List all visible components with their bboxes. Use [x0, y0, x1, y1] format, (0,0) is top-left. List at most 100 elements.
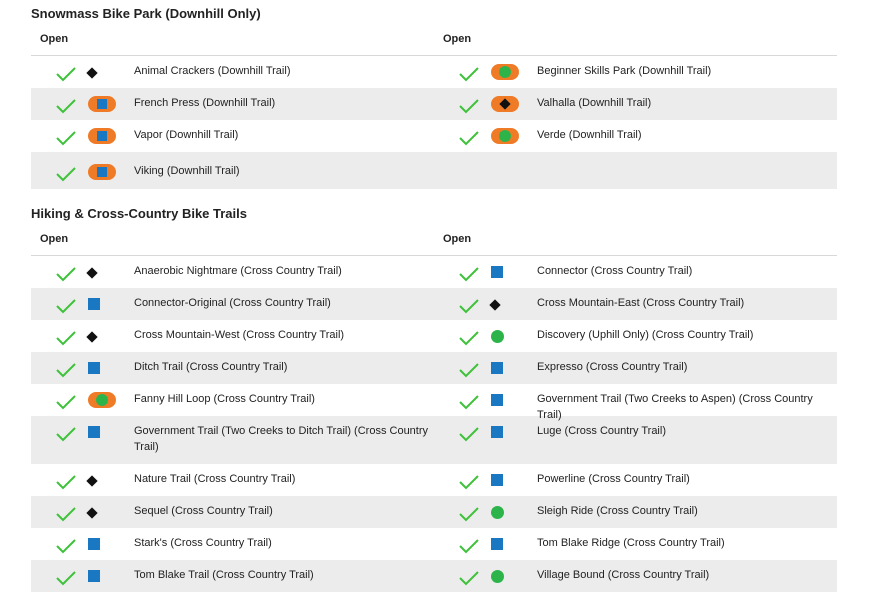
open-status: [31, 528, 88, 560]
trail-row: Anaerobic Nightmare (Cross Country Trail…: [31, 256, 434, 288]
terrain-park-green-circle-icon: [88, 392, 116, 408]
difficulty-indicator: [491, 256, 537, 288]
green-circle-icon: [491, 506, 504, 519]
difficulty-indicator: [489, 288, 537, 320]
open-status: [31, 120, 88, 152]
column-right: Open Connector (Cross Country Trail) Cros…: [434, 228, 837, 592]
trail-row: French Press (Downhill Trail): [31, 88, 434, 120]
difficulty-indicator: [88, 560, 134, 592]
green-circle-icon: [491, 330, 504, 343]
trail-name: Verde (Downhill Trail): [537, 129, 642, 141]
trail-name: Powerline (Cross Country Trail): [537, 473, 690, 485]
trail-name: Cross Mountain-East (Cross Country Trail…: [537, 297, 745, 309]
trail-status-page: Snowmass Bike Park (Downhill Only) Open …: [0, 0, 876, 592]
trail-name: Anaerobic Nightmare (Cross Country Trail…: [134, 265, 342, 277]
bike-park-section: Snowmass Bike Park (Downhill Only) Open …: [0, 0, 876, 189]
difficulty-indicator: [491, 528, 537, 560]
difficulty-indicator: [86, 256, 134, 288]
open-status: [31, 464, 88, 496]
blue-square-icon: [491, 394, 503, 406]
trail-row: Connector (Cross Country Trail): [434, 256, 837, 288]
difficulty-indicator: [88, 528, 134, 560]
blue-square-icon: [88, 298, 100, 310]
column-left: Open Animal Crackers (Downhill Trail) Fre…: [31, 28, 434, 189]
trail-name: Sequel (Cross Country Trail): [134, 505, 273, 517]
trail-row: Valhalla (Downhill Trail): [434, 88, 837, 120]
open-status: [434, 256, 491, 288]
trail-row: Animal Crackers (Downhill Trail): [31, 56, 434, 88]
column-header-open: Open: [434, 228, 837, 256]
section-columns: Open Animal Crackers (Downhill Trail) Fre…: [0, 28, 838, 189]
trail-name: Cross Mountain-West (Cross Country Trail…: [134, 329, 345, 341]
difficulty-indicator: [88, 88, 134, 120]
trail-row: Tom Blake Trail (Cross Country Trail): [31, 560, 434, 592]
blue-square-icon: [491, 362, 503, 374]
trail-name: Nature Trail (Cross Country Trail): [134, 473, 296, 485]
difficulty-indicator: [491, 464, 537, 496]
open-status: [434, 384, 491, 416]
terrain-park-black-diamond-icon: [491, 96, 519, 112]
column-header-open: Open: [31, 228, 434, 256]
terrain-park-blue-square-icon: [88, 128, 116, 144]
trail-row: Luge (Cross Country Trail): [434, 416, 837, 464]
trail-row: Beginner Skills Park (Downhill Trail): [434, 56, 837, 88]
trail-row: Fanny Hill Loop (Cross Country Trail): [31, 384, 434, 416]
difficulty-indicator: [88, 288, 134, 320]
trail-row: Viking (Downhill Trail): [31, 152, 434, 189]
difficulty-indicator: [86, 496, 134, 528]
difficulty-indicator: [88, 352, 134, 384]
blue-square-icon: [88, 362, 100, 374]
trail-name: Government Trail (Two Creeks to Ditch Tr…: [134, 425, 429, 453]
hiking-xc-section: Hiking & Cross-Country Bike Trails Open …: [0, 189, 876, 592]
trail-name: French Press (Downhill Trail): [134, 97, 276, 109]
black-diamond-icon: [86, 507, 98, 519]
difficulty-indicator: [491, 496, 537, 528]
column-header-open: Open: [31, 28, 434, 56]
open-status: [434, 120, 491, 152]
trail-row: Ditch Trail (Cross Country Trail): [31, 352, 434, 384]
difficulty-indicator: [86, 464, 134, 496]
difficulty-indicator: [491, 416, 537, 464]
trail-row: Nature Trail (Cross Country Trail): [31, 464, 434, 496]
open-status: [434, 56, 491, 88]
trail-row: Sleigh Ride (Cross Country Trail): [434, 496, 837, 528]
blue-square-icon: [88, 538, 100, 550]
difficulty-indicator: [491, 120, 537, 152]
trail-name: Sleigh Ride (Cross Country Trail): [537, 505, 698, 517]
terrain-park-blue-square-icon: [88, 164, 116, 180]
trail-row: Sequel (Cross Country Trail): [31, 496, 434, 528]
difficulty-indicator: [88, 152, 134, 189]
trail-name: Tom Blake Ridge (Cross Country Trail): [537, 537, 725, 549]
open-status: [31, 88, 88, 120]
blue-square-icon: [88, 570, 100, 582]
open-status: [31, 560, 88, 592]
difficulty-indicator: [491, 352, 537, 384]
trail-name: Discovery (Uphill Only) (Cross Country T…: [537, 329, 754, 341]
trail-name: Luge (Cross Country Trail): [537, 425, 666, 437]
open-status: [31, 384, 88, 416]
trail-name: Fanny Hill Loop (Cross Country Trail): [134, 393, 315, 405]
section-title: Hiking & Cross-Country Bike Trails: [31, 206, 247, 221]
column-header-open: Open: [434, 28, 837, 56]
terrain-park-green-circle-icon: [491, 64, 519, 80]
trail-name: Beginner Skills Park (Downhill Trail): [537, 65, 712, 77]
difficulty-indicator: [491, 88, 537, 120]
open-status: [434, 464, 491, 496]
open-status: [434, 560, 491, 592]
open-status: [434, 320, 491, 352]
trail-name: Village Bound (Cross Country Trail): [537, 569, 710, 581]
column-left: Open Anaerobic Nightmare (Cross Country …: [31, 228, 434, 592]
difficulty-indicator: [86, 56, 134, 88]
section-columns: Open Anaerobic Nightmare (Cross Country …: [0, 228, 838, 592]
blue-square-icon: [491, 426, 503, 438]
trail-row: [434, 152, 837, 189]
difficulty-indicator: [88, 384, 134, 416]
trail-row: Powerline (Cross Country Trail): [434, 464, 837, 496]
trail-name: Connector (Cross Country Trail): [537, 265, 693, 277]
trail-row: Village Bound (Cross Country Trail): [434, 560, 837, 592]
trail-row: Connector-Original (Cross Country Trail): [31, 288, 434, 320]
black-diamond-icon: [86, 331, 98, 343]
trail-name: Stark's (Cross Country Trail): [134, 537, 272, 549]
difficulty-indicator: [86, 320, 134, 352]
open-status: [434, 88, 491, 120]
